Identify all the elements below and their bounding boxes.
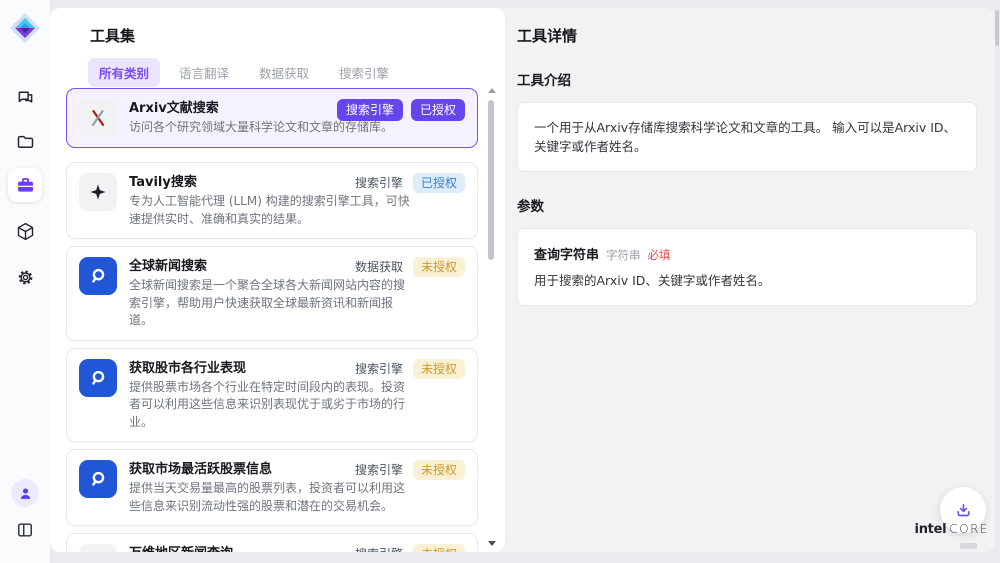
download-icon <box>953 500 974 521</box>
param-description: 用于搜索的Arxiv ID、关键字或作者姓名。 <box>534 272 960 290</box>
intel-brand-text: intel <box>915 523 947 536</box>
tool-card-most-active-stocks[interactable]: 获取市场最活跃股票信息 提供当天交易量最高的股票列表，投资者可以利用这些信息来识… <box>66 449 478 526</box>
blue-search-icon <box>79 359 117 397</box>
page-scrollbar-thumb[interactable] <box>995 10 999 46</box>
category-badge: 搜索引擎 <box>353 544 405 552</box>
intro-card: 一个用于从Arxiv存储库搜索科学论文和文章的工具。 输入可以是Arxiv ID… <box>517 102 977 172</box>
intel-core-logo: intel core <box>915 523 989 552</box>
chat-icon[interactable] <box>8 80 42 114</box>
tool-description: 全球新闻搜索是一个聚合全球各大新闻网站内容的搜索引擎，帮助用户快速获取全球最新资… <box>129 277 414 330</box>
app-logo-icon[interactable] <box>9 12 41 44</box>
tool-description: 提供股票市场各个行业在特定时间段内的表现。投资者可以利用这些信息来识别表现优于或… <box>129 379 414 432</box>
params-section-title: 参数 <box>517 195 977 215</box>
tool-card-global-news[interactable]: 全球新闻搜索 全球新闻搜索是一个聚合全球各大新闻网站内容的搜索引擎，帮助用户快速… <box>66 246 478 341</box>
param-type: 字符串 <box>606 247 641 263</box>
auth-status-badge: 已授权 <box>411 99 465 121</box>
auth-status-badge: 未授权 <box>413 544 465 552</box>
user-avatar[interactable] <box>11 479 39 507</box>
intro-text: 一个用于从Arxiv存储库搜索科学论文和文章的工具。 输入可以是Arxiv ID… <box>534 118 960 156</box>
content-shell: 工具集 所有类别 语言翻译 数据获取 搜索引擎 A <box>50 8 995 552</box>
tool-card-sector-performance[interactable]: 获取股市各行业表现 提供股票市场各个行业在特定时间段内的表现。投资者可以利用这些… <box>66 348 478 443</box>
tool-description: 专为人工智能代理 (LLM) 构建的搜索引擎工具，可快速提供实时、准确和真实的结… <box>129 193 414 228</box>
tab-data-fetching[interactable]: 数据获取 <box>248 58 320 87</box>
auth-status-badge: 已授权 <box>413 173 465 193</box>
settings-gear-icon[interactable] <box>8 260 42 294</box>
toolbox-icon[interactable] <box>8 168 42 202</box>
blue-search-icon <box>79 460 117 498</box>
tool-card-arxiv[interactable]: Arxiv文献搜索 访问各个研究领域大量科学论文和文章的存储库。 搜索引擎 已授… <box>66 88 478 148</box>
param-required-flag: 必填 <box>648 247 671 263</box>
list-scrollbar[interactable] <box>487 88 495 546</box>
param-card: 查询字符串 字符串 必填 用于搜索的Arxiv ID、关键字或作者姓名。 <box>517 228 977 306</box>
tool-detail-panel: 工具详情 工具介绍 一个用于从Arxiv存储库搜索科学论文和文章的工具。 输入可… <box>505 8 995 552</box>
sidebar <box>0 0 50 563</box>
package-icon[interactable] <box>8 214 42 248</box>
category-badge: 搜索引擎 <box>353 173 405 193</box>
page-title: 工具集 <box>90 25 135 46</box>
tool-list: Arxiv文献搜索 访问各个研究领域大量科学论文和文章的存储库。 搜索引擎 已授… <box>66 88 478 552</box>
sidebar-toggle-icon[interactable] <box>8 513 42 547</box>
param-name: 查询字符串 <box>534 244 599 263</box>
arxiv-logo-icon <box>79 99 117 137</box>
scroll-up-arrow-icon[interactable] <box>488 88 496 93</box>
tab-all-categories[interactable]: 所有类别 <box>88 58 160 87</box>
auth-status-badge: 未授权 <box>413 257 465 277</box>
intel-ultra-badge <box>960 543 977 549</box>
newspaper-icon <box>79 544 117 552</box>
tab-language-translation[interactable]: 语言翻译 <box>168 58 240 87</box>
tool-description: 访问各个研究领域大量科学论文和文章的存储库。 <box>129 119 414 137</box>
blue-search-icon <box>79 257 117 295</box>
intro-section-title: 工具介绍 <box>517 69 977 89</box>
auth-status-badge: 未授权 <box>413 359 465 379</box>
app-window: 工具集 所有类别 语言翻译 数据获取 搜索引擎 A <box>0 0 1000 563</box>
spark-star-icon <box>79 173 117 211</box>
tool-card-tavily[interactable]: Tavily搜索 专为人工智能代理 (LLM) 构建的搜索引擎工具，可快速提供实… <box>66 162 478 239</box>
tool-list-panel: 工具集 所有类别 语言翻译 数据获取 搜索引擎 A <box>50 8 505 552</box>
scroll-down-arrow-icon[interactable] <box>488 541 496 546</box>
tool-card-regional-news[interactable]: 万维地区新闻查询 查询具体行政区划内的新闻，快速了解各地新闻动 搜索引擎 未授权 <box>66 533 478 552</box>
folder-icon[interactable] <box>8 124 42 158</box>
category-tabs: 所有类别 语言翻译 数据获取 搜索引擎 <box>88 58 400 87</box>
auth-status-badge: 未授权 <box>413 460 465 480</box>
category-badge: 搜索引擎 <box>353 359 405 379</box>
category-badge: 数据获取 <box>353 257 405 277</box>
category-badge: 搜索引擎 <box>337 99 403 121</box>
detail-title: 工具详情 <box>517 25 977 46</box>
tab-search-engine[interactable]: 搜索引擎 <box>328 58 400 87</box>
tool-description: 提供当天交易量最高的股票列表，投资者可以利用这些信息来识别流动性强的股票和潜在的… <box>129 480 414 515</box>
scrollbar-thumb[interactable] <box>488 100 494 260</box>
core-brand-text: core <box>949 523 989 535</box>
category-badge: 搜索引擎 <box>353 460 405 480</box>
